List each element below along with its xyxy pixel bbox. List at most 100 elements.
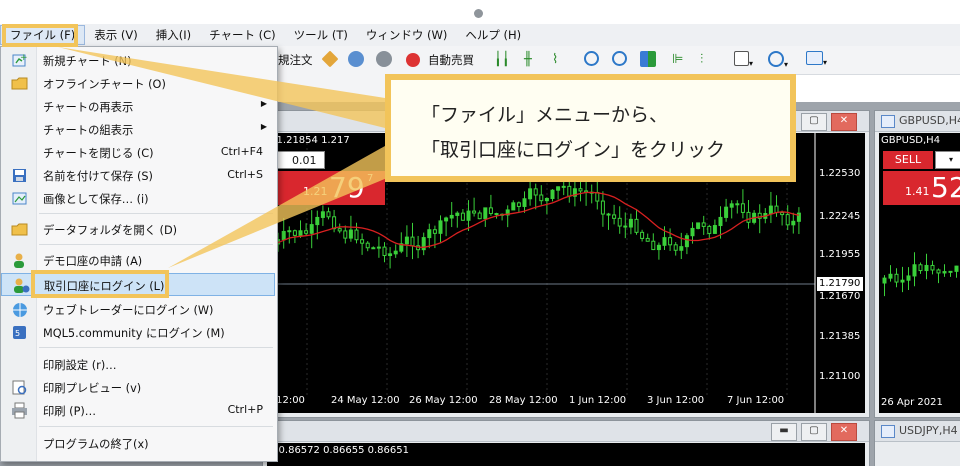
candle-chart-icon[interactable]: ╫ <box>524 51 532 69</box>
candle-body <box>410 236 415 247</box>
candle-body <box>791 220 796 226</box>
tile-windows-icon[interactable] <box>640 51 656 69</box>
printer-icon <box>11 402 29 419</box>
gbpusd-sell-button[interactable]: SELL <box>883 151 933 169</box>
menu-item-mql5-login[interactable]: 5 MQL5.community にログイン (M) <box>1 321 275 344</box>
menu-item-print-setup[interactable]: 印刷設定 (r)… <box>1 353 275 376</box>
restore-button[interactable]: ▢ <box>801 113 827 131</box>
menu-item-save-image[interactable]: 画像として保存… (i) <box>1 187 275 210</box>
close-button[interactable]: ✕ <box>831 423 857 441</box>
login-account-icon <box>12 277 30 294</box>
candle-body <box>281 230 286 241</box>
periods-icon[interactable]: ▾ <box>768 51 788 69</box>
menu-view[interactable]: 表示 (V) <box>85 25 147 45</box>
bar-chart-icon[interactable]: ╽╽ <box>494 51 510 69</box>
menu-insert[interactable]: 挿入(I) <box>147 25 200 45</box>
candle-body <box>298 230 303 236</box>
candle-body <box>724 206 729 218</box>
auto-scroll-icon[interactable]: ⊫ <box>672 51 683 69</box>
auto-trade-button[interactable]: 自動売買 <box>428 51 474 69</box>
chart-shift-icon[interactable]: ⫶ <box>700 51 703 69</box>
candle-body <box>516 202 521 207</box>
candle-body <box>679 246 684 251</box>
candle-body <box>315 216 320 226</box>
candle-body <box>595 192 600 202</box>
menu-item-label: オフラインチャート (O) <box>43 78 166 91</box>
new-order-button[interactable]: 規注文 <box>278 51 313 69</box>
menu-item-label: データフォルダを開く (D) <box>43 224 178 237</box>
menu-item-webtrader-login[interactable]: ウェブトレーダーにログイン (W) <box>1 298 275 321</box>
candle-body <box>707 225 712 234</box>
gbpusd-title: GBPUSD,H4 <box>899 114 960 127</box>
candle-body <box>483 207 488 220</box>
gbpusd-sell-price[interactable]: 1.41 52 <box>883 171 960 205</box>
menu-item-exit[interactable]: プログラムの終了(x) <box>1 432 275 455</box>
templates-icon[interactable]: ▾ <box>806 51 827 69</box>
candle-body <box>466 210 471 221</box>
candle-body <box>360 239 365 244</box>
new-chart-icon: + <box>11 52 29 69</box>
menu-item-label: 新規チャート (N) <box>43 55 132 68</box>
candle-body <box>634 218 639 233</box>
candle-body <box>612 214 617 219</box>
candle-body <box>746 211 751 223</box>
second-chart-plot[interactable]: 8 0.86572 0.86655 0.86651 <box>267 443 865 466</box>
submenu-arrow-icon: ▶ <box>260 122 267 131</box>
restore-button[interactable]: ▢ <box>801 423 827 441</box>
market-icon[interactable] <box>376 51 392 69</box>
menu-item-offline-chart[interactable]: オフラインチャート (O) <box>1 72 275 95</box>
menu-item-close-chart[interactable]: チャートを閉じる (C) Ctrl+F4 <box>1 141 275 164</box>
menu-tools[interactable]: ツール (T) <box>285 25 357 45</box>
svg-text:5: 5 <box>15 329 20 338</box>
menu-item-open-data-folder[interactable]: データフォルダを開く (D) <box>1 218 275 241</box>
sell-price-box[interactable]: 1.21 79 7 <box>271 171 385 205</box>
candle-body <box>332 216 337 230</box>
close-button[interactable]: ✕ <box>831 113 857 131</box>
menu-item-shortcut: Ctrl+F4 <box>220 145 263 158</box>
menu-item-save-as[interactable]: 名前を付けて保存 (S) Ctrl+S <box>1 164 275 187</box>
menu-item-print[interactable]: 印刷 (P)… Ctrl+P <box>1 399 275 422</box>
menu-item-new-chart[interactable]: + 新規チャート (N) <box>1 49 275 72</box>
candle-body <box>735 203 740 206</box>
time-label-7: 7 Jun 12:00 <box>727 395 785 406</box>
indicators-icon[interactable]: ▾ <box>734 51 753 69</box>
candle-body <box>942 271 947 274</box>
time-label-3: 26 May 12:00 <box>409 395 478 406</box>
minimize-button[interactable]: ▬ <box>771 423 797 441</box>
candle-body <box>640 231 645 239</box>
menu-item-label: 印刷設定 (r)… <box>43 359 117 372</box>
menu-item-refresh-chart[interactable]: チャートの再表示 ▶ <box>1 95 275 118</box>
time-label-4: 28 May 12:00 <box>489 395 558 406</box>
menu-item-chart-set[interactable]: チャートの組表示 ▶ <box>1 118 275 141</box>
menu-item-print-preview[interactable]: 印刷プレビュー (v) <box>1 376 275 399</box>
candle-body <box>376 246 381 249</box>
login-item-highlight <box>31 270 169 298</box>
menu-item-label: デモ口座の申請 (A) <box>43 255 143 268</box>
menu-item-label: チャートの組表示 <box>43 124 134 137</box>
candle-body <box>287 230 292 233</box>
line-chart-icon[interactable]: ⌇ <box>552 51 558 69</box>
gbpusd-chart-plot[interactable]: GBPUSD,H4 SELL ▾ 1.41 52 26 Apr 2021 <box>879 133 960 413</box>
menu-help[interactable]: ヘルプ (H) <box>456 25 530 45</box>
menu-window[interactable]: ウィンドウ (W) <box>357 25 457 45</box>
candle-body <box>712 225 717 234</box>
price-label-4: 1.21670 <box>819 291 861 302</box>
signals-icon[interactable] <box>348 51 364 69</box>
candle-body <box>567 185 572 197</box>
menu-chart[interactable]: チャート (C) <box>200 25 285 45</box>
sell-price-sup: 7 <box>367 173 374 184</box>
save-icon <box>11 167 29 184</box>
sell-price-big: 79 <box>329 171 365 204</box>
menu-item-demo-account[interactable]: デモ口座の申請 (A) <box>1 249 275 272</box>
gbpusd-sell-small: 1.41 <box>905 185 930 198</box>
zoom-out-icon[interactable] <box>612 51 627 69</box>
auto-trade-icon[interactable] <box>406 51 420 69</box>
zoom-in-icon[interactable] <box>584 51 599 69</box>
gbpusd-lot-dropdown[interactable]: ▾ <box>935 151 960 169</box>
account-history-icon[interactable] <box>321 50 339 69</box>
lot-input[interactable]: 0.01 <box>271 151 325 169</box>
second-chart-header: 8 0.86572 0.86655 0.86651 <box>269 445 409 456</box>
price-label-1: 1.22530 <box>819 168 861 179</box>
menu-item-shortcut: Ctrl+S <box>227 168 263 181</box>
candle-body <box>930 264 935 271</box>
